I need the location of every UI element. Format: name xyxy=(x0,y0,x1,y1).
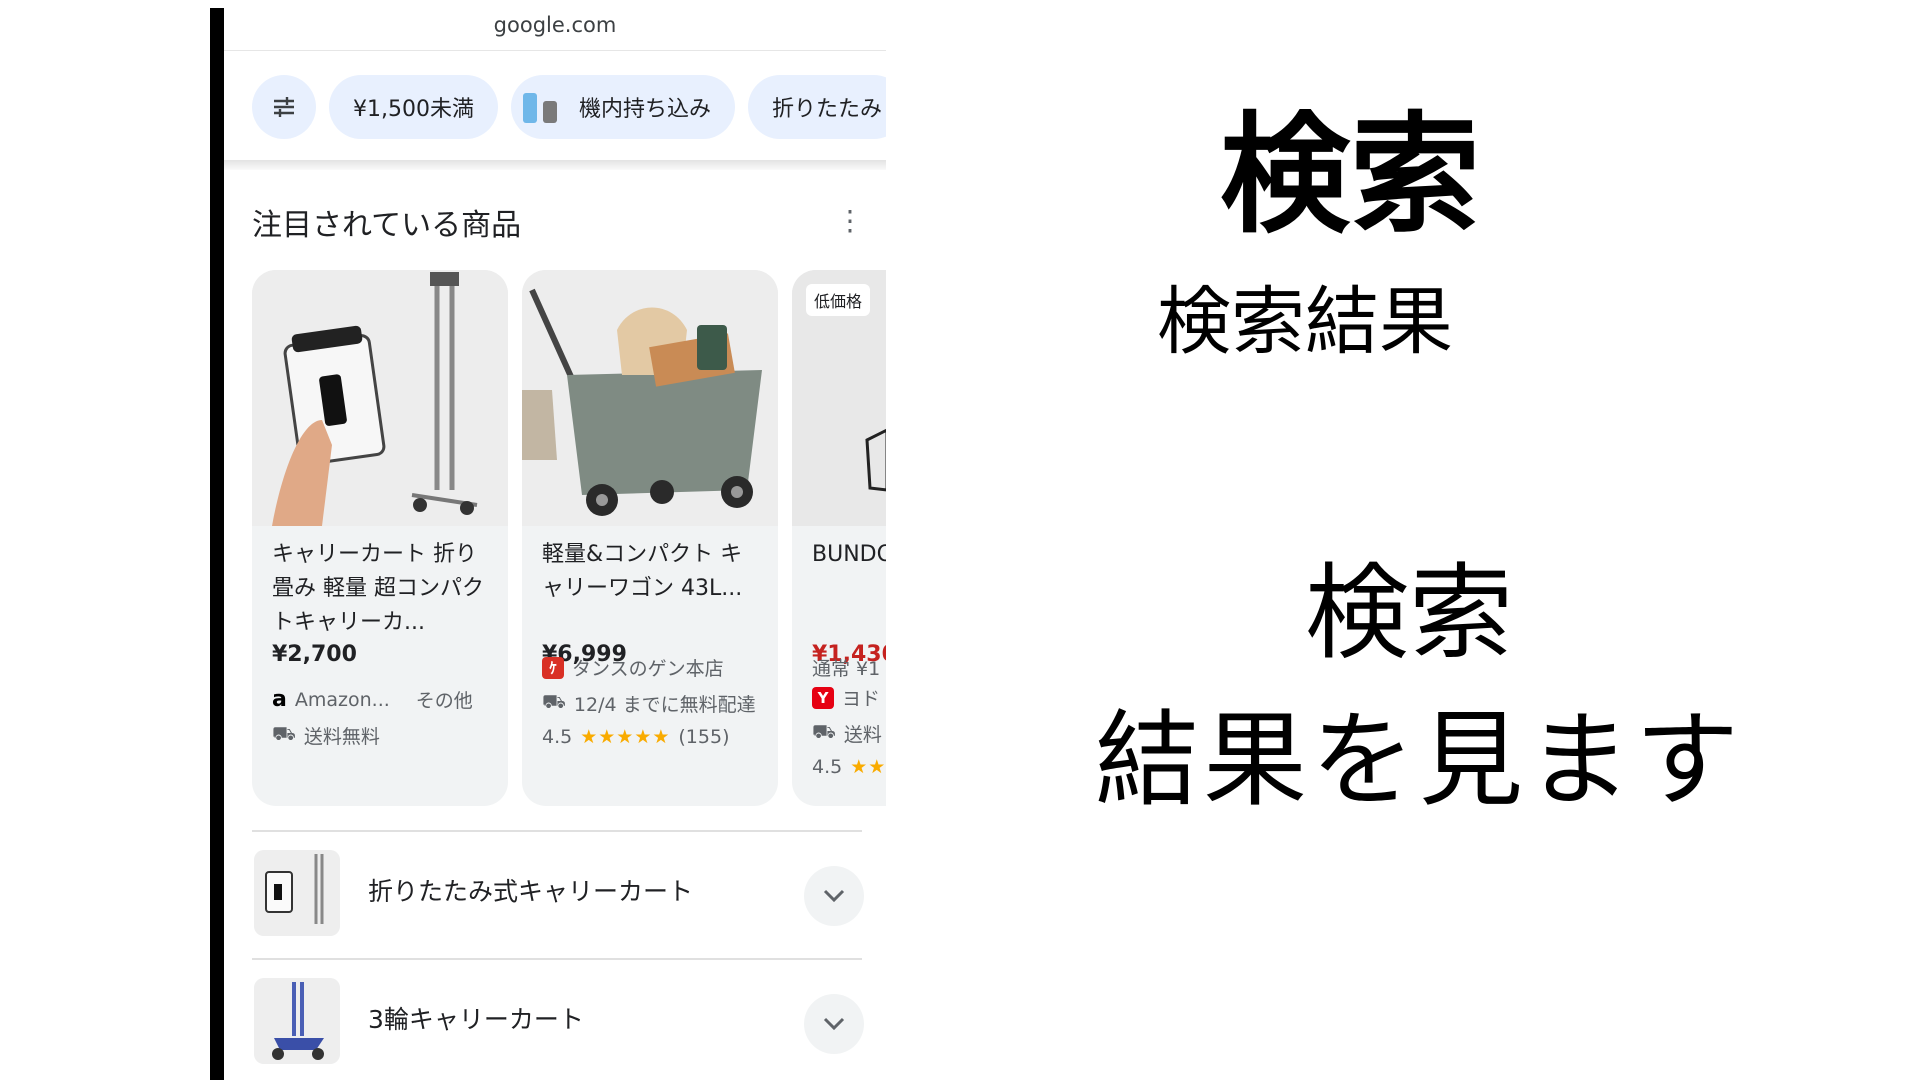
chip-label: ¥1,500未満 xyxy=(353,97,474,122)
chevron-down-icon xyxy=(823,889,845,903)
shipping-text: 送料 xyxy=(843,724,882,746)
truck-icon: ⛟ xyxy=(542,691,566,713)
store-line: a Amazon... その他 xyxy=(272,686,473,713)
regular-price: 通常 ¥1 xyxy=(812,658,881,680)
store-extra: その他 xyxy=(415,690,473,712)
store-line: ｹ タンスのゲン本店 xyxy=(542,654,724,681)
annotation-title: 検索 xyxy=(1220,99,1481,251)
product-card[interactable]: キャリーカート 折り畳み 軽量 超コンパクトキャリーカ... ¥2,700 a … xyxy=(252,270,508,806)
chevron-down-icon xyxy=(823,1017,845,1031)
carry-on-thumbnail xyxy=(521,89,561,125)
store-line: Y ヨド xyxy=(812,684,880,711)
truck-icon: ⛟ xyxy=(272,723,296,745)
filter-chip-folding[interactable]: 折りたたみ xyxy=(748,75,886,139)
related-search-row[interactable]: 折りたたみ式キャリーカート xyxy=(252,830,864,936)
related-label: 3輪キャリーカート xyxy=(368,1005,584,1034)
expand-button[interactable] xyxy=(804,994,864,1054)
product-title: 軽量&コンパクト キャリーワゴン 43L... xyxy=(542,542,743,601)
review-count: (155) xyxy=(678,726,730,748)
truck-icon: ⛟ xyxy=(812,721,836,743)
more-vert-icon[interactable]: ⋮ xyxy=(836,204,864,237)
low-price-badge: 低価格 xyxy=(806,284,871,316)
divider xyxy=(224,160,886,170)
phone-frame-edge xyxy=(210,8,224,1080)
shipping-line: ⛟ 12/4 までに無料配達 xyxy=(542,690,756,717)
url-text: google.com xyxy=(493,13,617,37)
store-logo-icon: Y xyxy=(812,686,834,709)
chip-label: 機内持ち込み xyxy=(578,97,711,122)
rating-value: 4.5 xyxy=(812,756,843,778)
product-title: BUNDO キャリー xyxy=(812,542,886,567)
filter-chip-carry-on[interactable]: 機内持ち込み xyxy=(510,75,735,139)
related-thumbnail xyxy=(254,978,340,1064)
product-image: 低価格 xyxy=(792,270,886,526)
filter-settings-chip[interactable] xyxy=(252,75,316,139)
product-card[interactable]: 軽量&コンパクト キャリーワゴン 43L... ¥6,999 ｹ タンスのゲン本… xyxy=(522,270,778,806)
rating-value: 4.5 xyxy=(542,726,573,748)
store-name: タンスのゲン本店 xyxy=(572,658,724,680)
chip-label: 折りたたみ xyxy=(772,97,883,122)
rating-line: 4.5 ★★★★★ (155) xyxy=(542,726,729,748)
expand-button[interactable] xyxy=(804,866,864,926)
url-bar[interactable]: google.com xyxy=(224,0,886,51)
product-title: キャリーカート 折り畳み 軽量 超コンパクトキャリーカ... xyxy=(272,542,484,635)
product-card[interactable]: 低価格 BUNDO キャリー ¥1,430 通常 ¥1 Y ヨド ⛟ 送料 4.… xyxy=(792,270,886,806)
annotation-line-2: 結果を見ます xyxy=(1095,699,1744,821)
related-label: 折りたたみ式キャリーカート xyxy=(368,877,694,906)
star-rating-icon: ★★ xyxy=(850,756,886,778)
section-title: 注目されている商品 xyxy=(252,208,522,243)
related-thumbnail xyxy=(254,850,340,936)
amazon-logo-icon: a xyxy=(272,687,287,712)
filter-chip-price[interactable]: ¥1,500未満 xyxy=(329,75,498,139)
store-name: Amazon... xyxy=(294,688,390,711)
shipping-line: ⛟ 送料無料 xyxy=(272,722,380,749)
related-search-row[interactable]: 3輪キャリーカート xyxy=(252,958,864,1064)
product-image xyxy=(252,270,508,526)
store-logo-icon: ｹ xyxy=(542,656,564,679)
rating-line: 4.5 ★★ xyxy=(812,756,886,778)
star-rating-icon: ★★★★★ xyxy=(580,726,671,748)
phone-screen: google.com ¥1,500未満 機内持ち込み 折りたたみ 注目されている… xyxy=(224,0,886,1080)
product-price: ¥2,700 xyxy=(272,642,357,667)
shipping-line: ⛟ 送料 xyxy=(812,720,882,747)
tune-icon xyxy=(274,97,294,117)
product-image xyxy=(522,270,778,526)
annotation-subtitle: 検索結果 xyxy=(1157,279,1453,365)
annotation-line-1: 検索 xyxy=(1305,552,1514,674)
store-name: ヨド xyxy=(842,688,881,710)
filter-chips: ¥1,500未満 機内持ち込み 折りたたみ xyxy=(252,75,886,139)
shipping-text: 送料無料 xyxy=(303,726,380,748)
shipping-text: 12/4 までに無料配達 xyxy=(573,694,756,716)
